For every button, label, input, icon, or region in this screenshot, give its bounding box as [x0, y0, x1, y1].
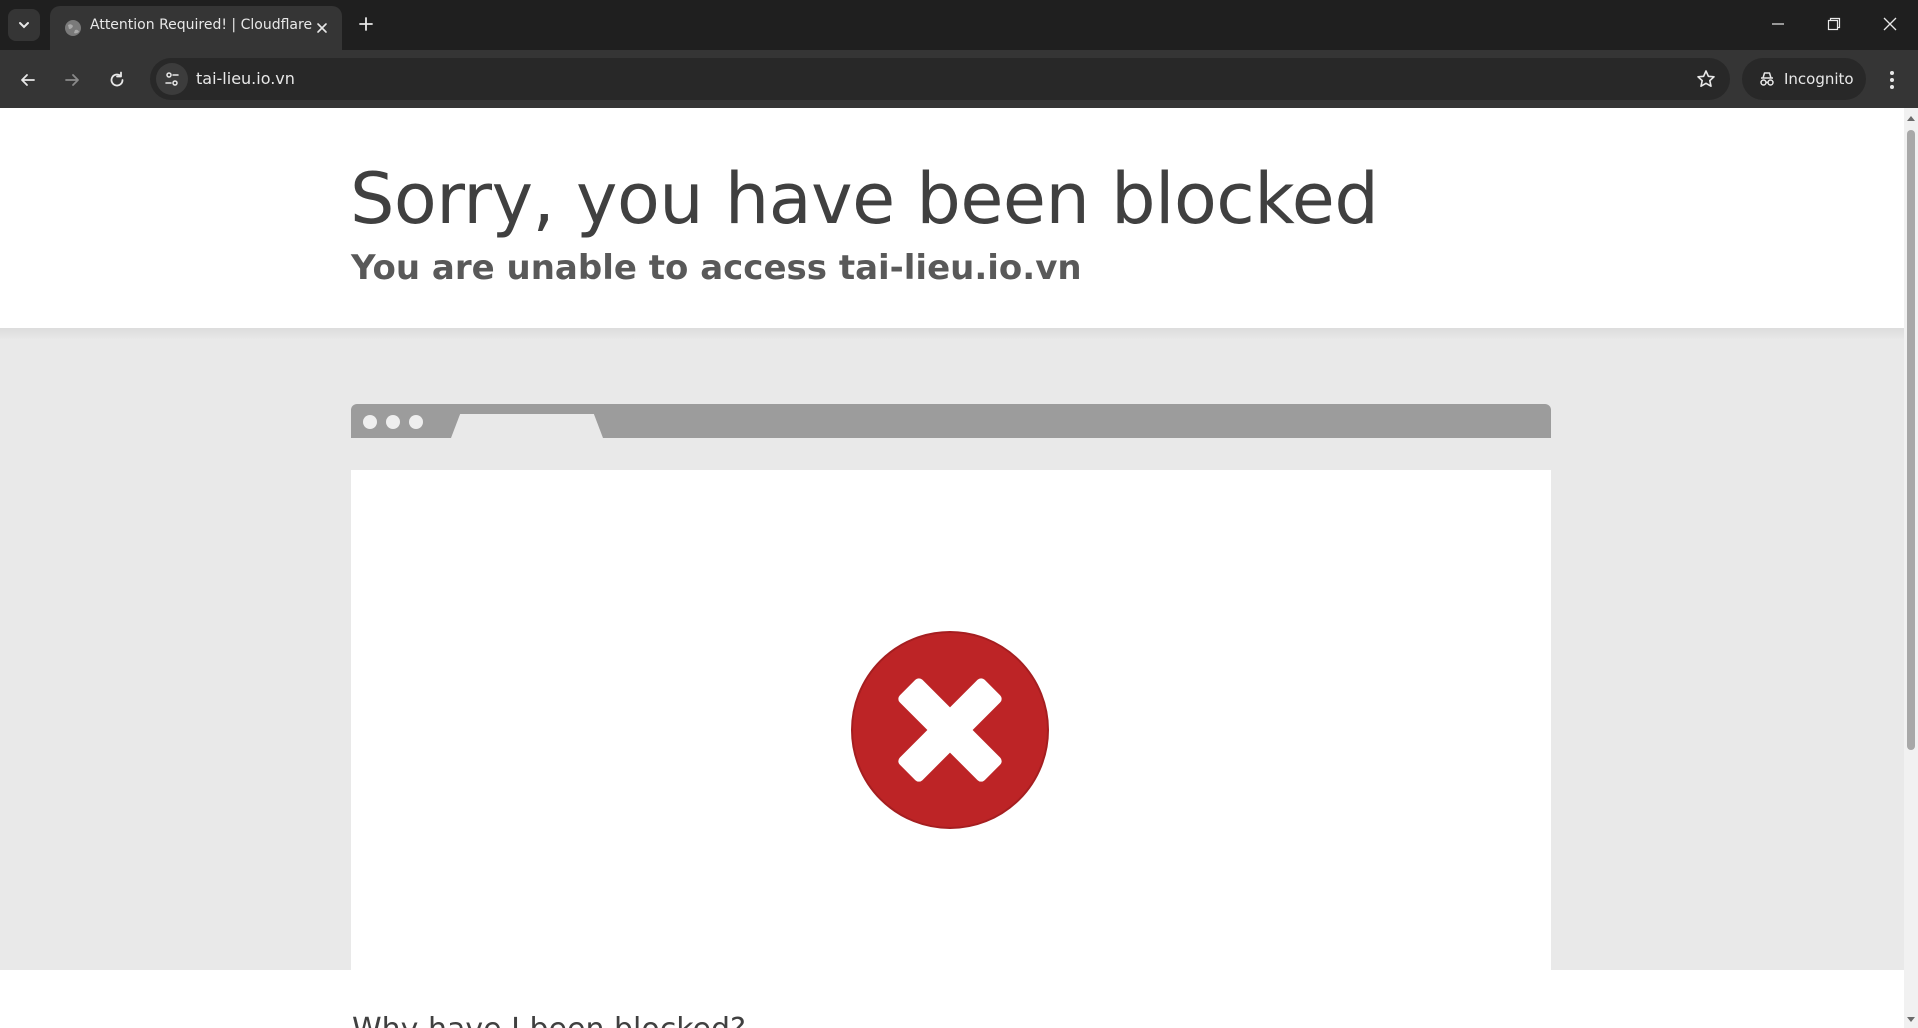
star-icon [1697, 70, 1715, 87]
url-text[interactable]: tai-lieu.io.vn [196, 69, 295, 88]
site-info-button[interactable] [156, 63, 188, 95]
frame-dot [386, 415, 400, 429]
globe-icon [65, 20, 81, 36]
tune-icon [165, 72, 179, 86]
browser-tabstrip: Attention Required! | Cloudflare [0, 0, 1918, 50]
tab-title: Attention Required! | Cloudflare [90, 17, 313, 33]
bookmark-button[interactable] [1694, 67, 1718, 91]
minimize-button[interactable] [1758, 8, 1798, 40]
section-heading: Why have I been blocked? [352, 1012, 746, 1028]
scroll-down-arrow-icon[interactable] [1906, 1014, 1916, 1024]
close-icon [317, 23, 327, 33]
arrow-right-icon [65, 74, 79, 86]
scroll-up-arrow-icon[interactable] [1906, 114, 1916, 124]
page-subtitle: You are unable to access tai-lieu.io.vn [351, 248, 1082, 288]
incognito-profile-button[interactable]: Incognito [1742, 58, 1866, 100]
more-vertical-icon [1890, 71, 1894, 89]
frame-tab [451, 414, 603, 438]
close-window-button[interactable] [1870, 8, 1910, 40]
restore-button[interactable] [1814, 8, 1854, 40]
frame-dot [409, 415, 423, 429]
browser-menu-button[interactable] [1876, 64, 1908, 96]
incognito-icon [1760, 72, 1774, 86]
frame-dot [363, 415, 377, 429]
plus-icon [359, 17, 373, 31]
page-title: Sorry, you have been blocked [350, 158, 1379, 240]
below-fold-section: Why have I been blocked? [0, 970, 1904, 1028]
page-viewport: Sorry, you have been blocked You are una… [0, 108, 1904, 1028]
browser-tab-active[interactable]: Attention Required! | Cloudflare [50, 6, 342, 50]
incognito-label: Incognito [1784, 70, 1854, 88]
forward-button[interactable] [56, 64, 88, 96]
scrollbar-thumb[interactable] [1907, 130, 1915, 750]
tab-close-button[interactable] [312, 18, 332, 38]
reload-icon [110, 71, 124, 87]
address-bar[interactable]: tai-lieu.io.vn [150, 58, 1730, 100]
page-header: Sorry, you have been blocked You are una… [0, 108, 1904, 328]
illustration-browser-body [351, 470, 1551, 970]
back-button[interactable] [12, 64, 44, 96]
minimize-icon [1772, 23, 1784, 25]
chevron-down-icon [19, 22, 29, 29]
illustration-browser-frame [351, 404, 1551, 438]
page-scrollbar[interactable] [1904, 108, 1918, 1028]
reload-button[interactable] [101, 64, 133, 96]
tab-search-button[interactable] [8, 9, 40, 41]
browser-toolbar: tai-lieu.io.vn Incognito [0, 50, 1918, 108]
error-x-icon [851, 631, 1049, 829]
arrow-left-icon [21, 74, 35, 86]
restore-icon [1827, 17, 1841, 31]
close-icon [1883, 17, 1897, 31]
new-tab-button[interactable] [352, 10, 380, 38]
